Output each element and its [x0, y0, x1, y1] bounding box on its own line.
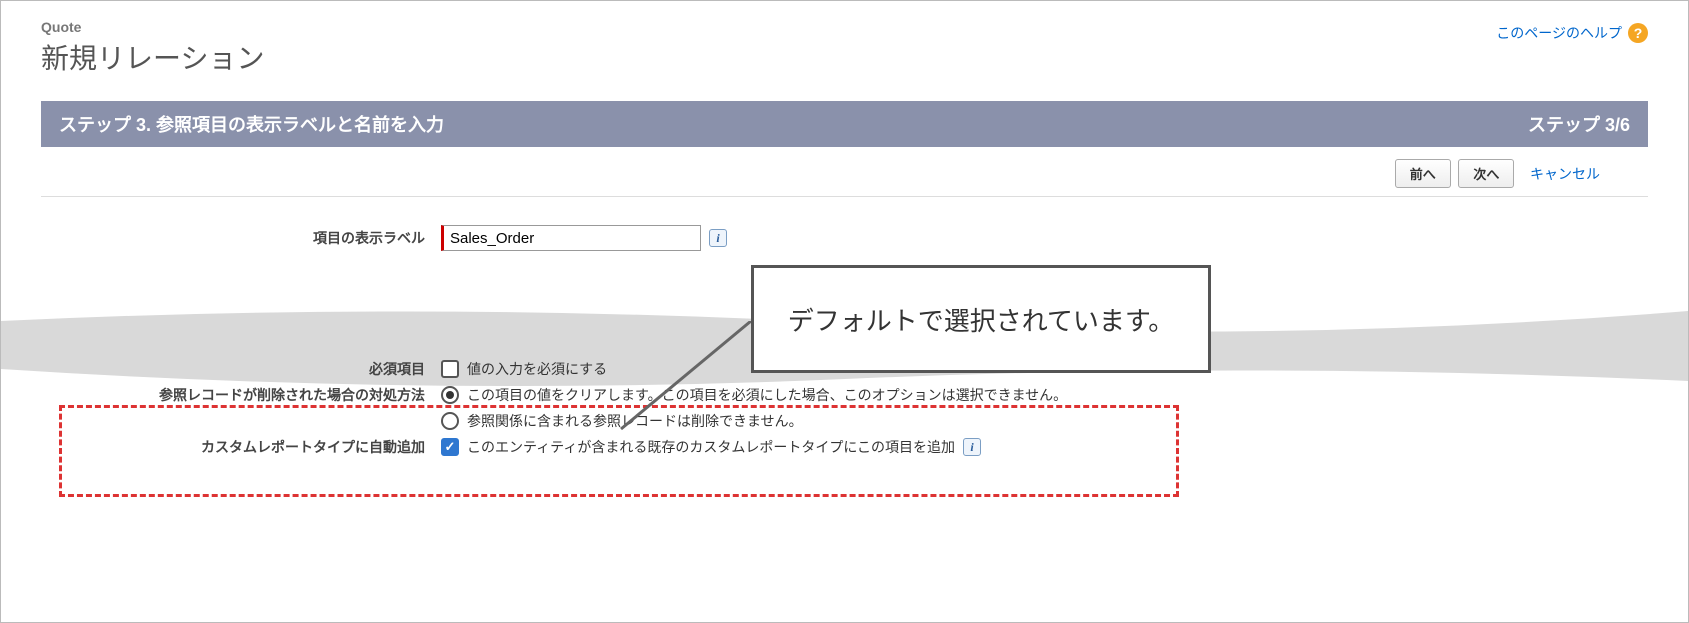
step-title: ステップ 3. 参照項目の表示ラベルと名前を入力	[59, 111, 444, 137]
required-checkbox[interactable]	[441, 360, 459, 378]
display-label-label: 項目の表示ラベル	[41, 228, 441, 248]
step-bar: ステップ 3. 参照項目の表示ラベルと名前を入力 ステップ 3/6	[41, 101, 1648, 147]
button-row: 前へ 次へ キャンセル	[41, 147, 1648, 197]
on-delete-radio-clear[interactable]	[441, 386, 459, 404]
help-link[interactable]: このページのヘルプ ?	[1496, 23, 1648, 43]
step-progress: ステップ 3/6	[1528, 111, 1630, 137]
title-block: Quote 新規リレーション	[41, 19, 264, 77]
prev-button[interactable]: 前へ	[1395, 159, 1451, 188]
on-delete-radio-restrict[interactable]	[441, 412, 459, 430]
callout-text: デフォルトで選択されています。	[788, 301, 1175, 338]
next-button[interactable]: 次へ	[1458, 159, 1514, 188]
info-icon[interactable]: i	[963, 438, 981, 456]
on-delete-option-clear: この項目の値をクリアします。この項目を必須にした場合、このオプションは選択できま…	[467, 385, 1067, 405]
report-type-label: カスタムレポートタイプに自動追加	[41, 437, 441, 457]
info-icon[interactable]: i	[709, 229, 727, 247]
object-name: Quote	[41, 19, 264, 35]
page-title: 新規リレーション	[41, 37, 264, 77]
report-type-option-text: このエンティティが含まれる既存のカスタムレポートタイプにこの項目を追加	[467, 437, 955, 457]
required-label: 必須項目	[41, 359, 441, 379]
display-label-input[interactable]	[441, 225, 701, 251]
callout-box: デフォルトで選択されています。	[751, 265, 1211, 373]
on-delete-label: 参照レコードが削除された場合の対処方法	[41, 385, 441, 405]
help-link-text: このページのヘルプ	[1496, 23, 1622, 43]
cancel-link[interactable]: キャンセル	[1530, 166, 1600, 182]
required-option-text: 値の入力を必須にする	[467, 359, 607, 379]
help-icon: ?	[1628, 23, 1648, 43]
on-delete-option-restrict: 参照関係に含まれる参照レコードは削除できません。	[467, 411, 803, 431]
report-type-checkbox[interactable]	[441, 438, 459, 456]
